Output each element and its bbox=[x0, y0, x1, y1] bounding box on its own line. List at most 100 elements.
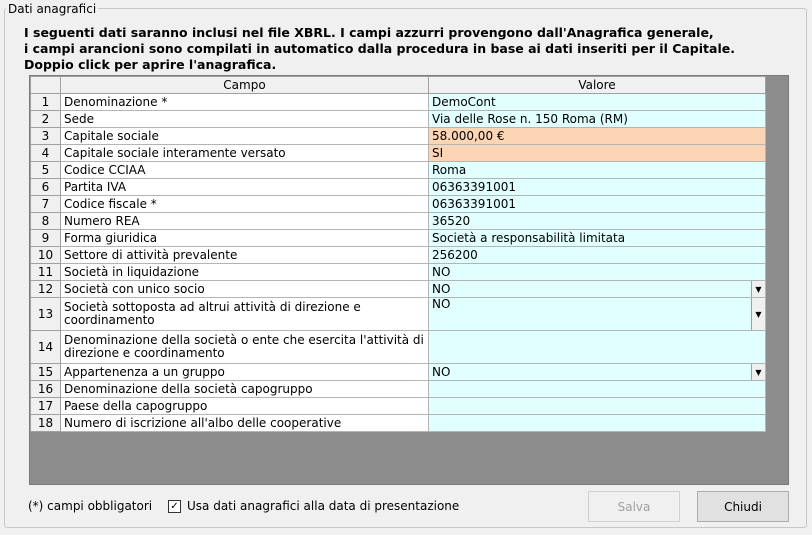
valore-text: Via delle Rose n. 150 Roma (RM) bbox=[432, 111, 628, 126]
campo-cell: Numero REA bbox=[60, 212, 429, 230]
intro-line: i campi arancioni sono compilati in auto… bbox=[24, 41, 735, 56]
valore-text: NO bbox=[432, 281, 451, 296]
valore-text: NO bbox=[432, 297, 451, 311]
table-row[interactable]: 2 Sede Via delle Rose n. 150 Roma (RM) bbox=[30, 110, 766, 128]
campo-cell: Denominazione della società o ente che e… bbox=[60, 330, 429, 364]
row-number: 15 bbox=[30, 363, 61, 381]
valore-cell[interactable]: NO bbox=[428, 263, 766, 281]
row-number: 7 bbox=[30, 195, 61, 213]
valore-cell[interactable]: 06363391001 bbox=[428, 195, 766, 213]
row-number: 10 bbox=[30, 246, 61, 264]
group-title: Dati anagrafici bbox=[6, 2, 99, 16]
valore-cell[interactable]: Società a responsabilità limitata bbox=[428, 229, 766, 247]
campo-cell: Forma giuridica bbox=[60, 229, 429, 247]
campo-cell: Capitale sociale interamente versato bbox=[60, 144, 429, 162]
intro-line: I seguenti dati saranno inclusi nel file… bbox=[24, 25, 714, 40]
valore-text: 36520 bbox=[432, 213, 471, 228]
valore-cell[interactable]: 58.000,00 € bbox=[428, 127, 766, 145]
row-number: 17 bbox=[30, 397, 61, 415]
usa-dati-checkbox[interactable]: ✓ bbox=[168, 500, 181, 513]
row-number: 2 bbox=[30, 110, 61, 128]
valore-text: 58.000,00 € bbox=[432, 128, 505, 143]
usa-dati-checkbox-label[interactable]: Usa dati anagrafici alla data di present… bbox=[187, 499, 459, 513]
campo-cell: Capitale sociale bbox=[60, 127, 429, 145]
valore-text: NO bbox=[432, 264, 451, 279]
table-row[interactable]: 15 Appartenenza a un gruppo NO ▼ bbox=[30, 363, 766, 381]
valore-text: 256200 bbox=[432, 247, 478, 262]
required-fields-note: (*) campi obbligatori bbox=[28, 499, 153, 513]
campo-cell: Denominazione della società capogruppo bbox=[60, 380, 429, 398]
salva-button[interactable]: Salva bbox=[588, 491, 680, 522]
dropdown-arrow-icon[interactable]: ▼ bbox=[751, 298, 765, 330]
row-number: 16 bbox=[30, 380, 61, 398]
table-row[interactable]: 10 Settore di attività prevalente 256200 bbox=[30, 246, 766, 264]
valore-cell[interactable] bbox=[428, 397, 766, 415]
valore-text: 06363391001 bbox=[432, 179, 516, 194]
header-row: Campo Valore bbox=[30, 76, 766, 94]
table-row[interactable]: 17 Paese della capogruppo bbox=[30, 397, 766, 415]
grid-empty-area bbox=[766, 76, 788, 484]
valore-cell[interactable]: Roma bbox=[428, 161, 766, 179]
valore-text: 06363391001 bbox=[432, 196, 516, 211]
column-header-campo[interactable]: Campo bbox=[60, 76, 429, 94]
valore-cell[interactable]: 06363391001 bbox=[428, 178, 766, 196]
table-row[interactable]: 4 Capitale sociale interamente versato SI bbox=[30, 144, 766, 162]
row-number: 12 bbox=[30, 280, 61, 298]
valore-cell[interactable]: 256200 bbox=[428, 246, 766, 264]
row-number: 1 bbox=[30, 93, 61, 111]
row-number: 3 bbox=[30, 127, 61, 145]
dropdown-arrow-icon[interactable]: ▼ bbox=[751, 364, 765, 380]
row-number-header bbox=[30, 76, 61, 94]
valore-text: SI bbox=[432, 145, 444, 160]
table-row[interactable]: 3 Capitale sociale 58.000,00 € bbox=[30, 127, 766, 145]
valore-cell[interactable] bbox=[428, 330, 766, 364]
table-row[interactable]: 13 Società sottoposta ad altrui attività … bbox=[30, 297, 766, 331]
valore-cell[interactable] bbox=[428, 380, 766, 398]
campo-cell: Sede bbox=[60, 110, 429, 128]
row-number: 5 bbox=[30, 161, 61, 179]
table-row[interactable]: 1 Denominazione * DemoCont bbox=[30, 93, 766, 111]
valore-cell[interactable]: NO ▼ bbox=[428, 363, 766, 381]
campo-cell: Società sottoposta ad altrui attività di… bbox=[60, 297, 429, 331]
campo-cell: Settore di attività prevalente bbox=[60, 246, 429, 264]
campo-cell: Paese della capogruppo bbox=[60, 397, 429, 415]
campo-cell: Numero di iscrizione all'albo delle coop… bbox=[60, 414, 429, 432]
row-number: 14 bbox=[30, 330, 61, 364]
table-row[interactable]: 16 Denominazione della società capogruppo bbox=[30, 380, 766, 398]
valore-text: Roma bbox=[432, 162, 467, 177]
chiudi-button[interactable]: Chiudi bbox=[697, 491, 789, 522]
valore-cell[interactable]: Via delle Rose n. 150 Roma (RM) bbox=[428, 110, 766, 128]
campo-cell: Società in liquidazione bbox=[60, 263, 429, 281]
table-row[interactable]: 8 Numero REA 36520 bbox=[30, 212, 766, 230]
campo-cell: Partita IVA bbox=[60, 178, 429, 196]
column-header-valore[interactable]: Valore bbox=[428, 76, 766, 94]
table-row[interactable]: 5 Codice CCIAA Roma bbox=[30, 161, 766, 179]
row-number: 8 bbox=[30, 212, 61, 230]
row-number: 4 bbox=[30, 144, 61, 162]
row-number: 9 bbox=[30, 229, 61, 247]
valore-cell[interactable]: NO ▼ bbox=[428, 280, 766, 298]
row-number: 18 bbox=[30, 414, 61, 432]
campo-cell: Codice CCIAA bbox=[60, 161, 429, 179]
campo-cell: Denominazione * bbox=[60, 93, 429, 111]
campo-cell: Appartenenza a un gruppo bbox=[60, 363, 429, 381]
row-number: 13 bbox=[30, 297, 61, 331]
table-row[interactable]: 9 Forma giuridica Società a responsabilità… bbox=[30, 229, 766, 247]
table-row[interactable]: 6 Partita IVA 06363391001 bbox=[30, 178, 766, 196]
valore-cell[interactable]: SI bbox=[428, 144, 766, 162]
intro-text: I seguenti dati saranno inclusi nel file… bbox=[24, 25, 794, 73]
anagrafica-table: Campo Valore 1 Denominazione * DemoCont 2 Se… bbox=[30, 76, 766, 432]
valore-cell[interactable]: NO ▼ bbox=[428, 297, 766, 331]
table-row[interactable]: 11 Società in liquidazione NO bbox=[30, 263, 766, 281]
dropdown-arrow-icon[interactable]: ▼ bbox=[751, 281, 765, 297]
table-row[interactable]: 18 Numero di iscrizione all'albo delle co… bbox=[30, 414, 766, 432]
table-row[interactable]: 12 Società con unico socio NO ▼ bbox=[30, 280, 766, 298]
valore-cell[interactable]: 36520 bbox=[428, 212, 766, 230]
valore-cell[interactable]: DemoCont bbox=[428, 93, 766, 111]
data-grid: Campo Valore 1 Denominazione * DemoCont 2 Se… bbox=[29, 75, 789, 485]
table-row[interactable]: 14 Denominazione della società o ente che… bbox=[30, 330, 766, 364]
table-row[interactable]: 7 Codice fiscale * 06363391001 bbox=[30, 195, 766, 213]
intro-line: Doppio click per aprire l'anagrafica. bbox=[24, 57, 277, 72]
valore-cell[interactable] bbox=[428, 414, 766, 432]
campo-cell: Codice fiscale * bbox=[60, 195, 429, 213]
